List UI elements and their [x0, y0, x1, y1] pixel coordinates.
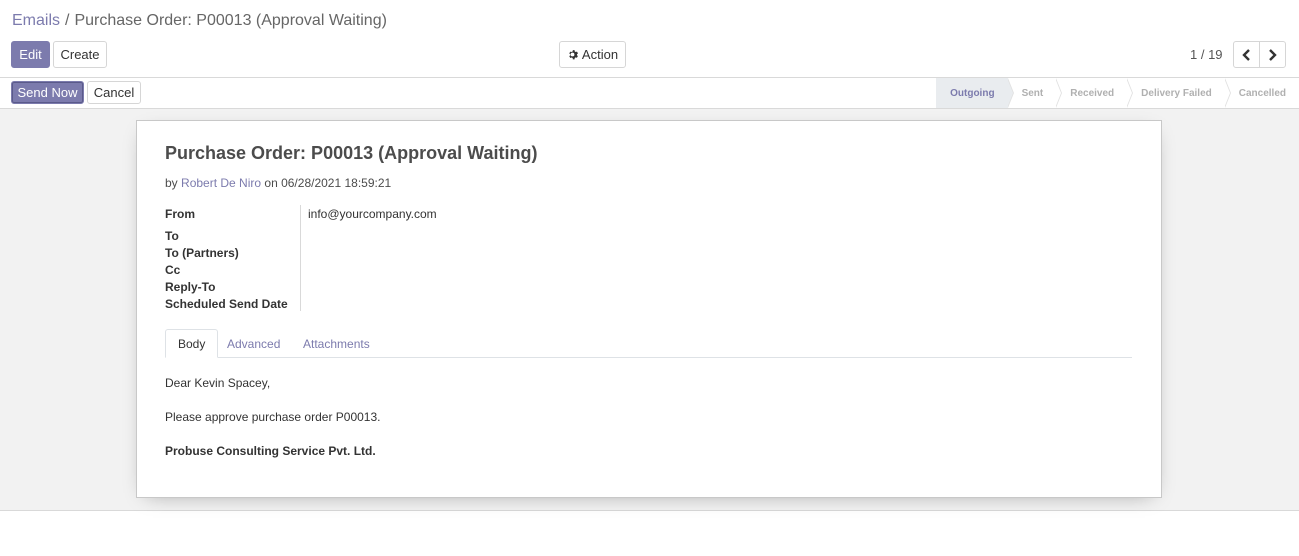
field-value-from: info@yourcompany.com	[308, 207, 437, 221]
breadcrumb-emails-link[interactable]: Emails	[12, 12, 60, 29]
meta-by-label: by	[165, 176, 178, 190]
tab-body[interactable]: Body	[165, 329, 219, 358]
stage-sent: Sent	[1007, 78, 1062, 108]
create-button[interactable]: Create	[53, 41, 107, 68]
form-sheet: Purchase Order: P00013 (Approval Waiting…	[136, 120, 1162, 498]
body-message: Please approve purchase order P00013.	[165, 410, 381, 424]
field-label-cc: Cc	[165, 263, 181, 277]
pager-value[interactable]: 1 / 19	[1190, 47, 1223, 62]
statusbar: Send Now Cancel Outgoing Sent Received D…	[0, 78, 1299, 109]
action-button[interactable]: Action	[559, 41, 626, 68]
chevron-right-icon	[1268, 48, 1277, 61]
field-label-to: To	[165, 229, 179, 243]
field-label-from: From	[165, 207, 195, 221]
pager-previous-button[interactable]	[1233, 41, 1260, 68]
pager-next-button[interactable]	[1259, 41, 1286, 68]
tab-attachments[interactable]: Attachments	[291, 329, 382, 358]
breadcrumb-current: Purchase Order: P00013 (Approval Waiting…	[74, 12, 387, 29]
field-label-scheduled-send-date: Scheduled Send Date	[165, 297, 288, 311]
body-greeting: Dear Kevin Spacey,	[165, 376, 271, 390]
control-panel: Emails / Purchase Order: P00013 (Approval …	[0, 0, 1299, 78]
author-link[interactable]: Robert De Niro	[181, 176, 261, 190]
field-label-to-partners: To (Partners)	[165, 246, 239, 260]
meta-date: on 06/28/2021 18:59:21	[264, 176, 392, 190]
cancel-button[interactable]: Cancel	[87, 81, 141, 104]
stage-delivery-failed: Delivery Failed	[1127, 78, 1231, 108]
breadcrumb: Emails / Purchase Order: P00013 (Approval …	[12, 11, 387, 31]
field-label-reply-to: Reply-To	[165, 280, 216, 294]
tab-advanced[interactable]: Advanced	[215, 329, 292, 358]
field-divider	[300, 205, 301, 311]
gear-icon	[567, 49, 578, 60]
edit-button[interactable]: Edit	[11, 41, 50, 68]
record-title: Purchase Order: P00013 (Approval Waiting…	[165, 143, 538, 163]
chevron-left-icon	[1242, 48, 1251, 61]
form-content-area: Purchase Order: P00013 (Approval Waiting…	[0, 109, 1299, 511]
breadcrumb-separator: /	[65, 12, 70, 29]
notebook-tabs: Body Advanced Attachments	[165, 329, 1132, 358]
stage-received: Received	[1056, 78, 1134, 108]
body-signature: Probuse Consulting Service Pvt. Ltd.	[165, 444, 376, 458]
stage-cancelled: Cancelled	[1224, 78, 1299, 108]
send-now-button[interactable]: Send Now	[11, 81, 84, 104]
record-meta: by Robert De Niro on 06/28/2021 18:59:21	[165, 176, 391, 190]
action-button-label: Action	[581, 47, 619, 62]
stage-outgoing: Outgoing	[936, 78, 1015, 108]
status-stages: Outgoing Sent Received Delivery Failed C…	[936, 78, 1299, 108]
